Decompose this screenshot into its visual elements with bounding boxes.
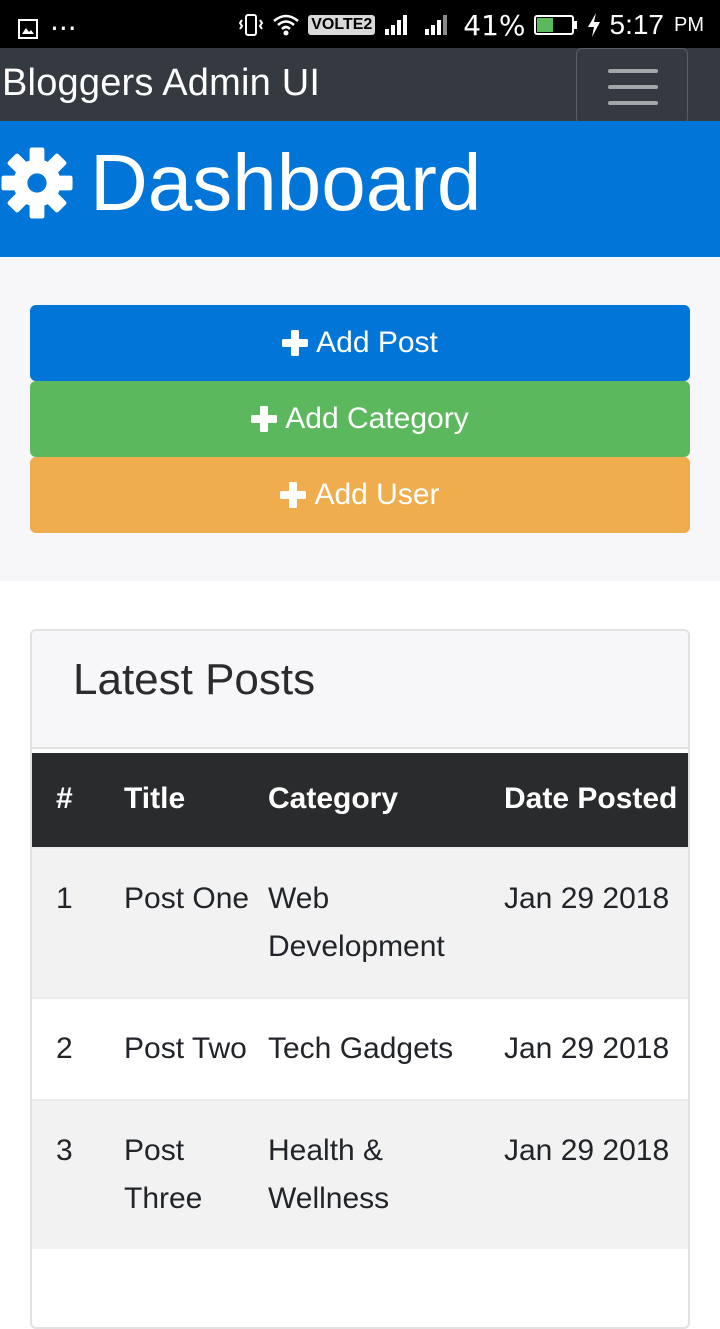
- cell-title: Post Two: [124, 1032, 247, 1065]
- cell-date: Jan 29 2018: [504, 882, 670, 915]
- gallery-notification-icon: [18, 18, 38, 39]
- battery-icon: [533, 15, 577, 35]
- table-row[interactable]: 2 Post Two Tech Gadgets Jan 29 2018: [32, 998, 688, 1100]
- cell-date: Jan 29 2018: [504, 1134, 670, 1167]
- battery-percent: 41%: [463, 8, 526, 42]
- vibrate-icon: [239, 14, 264, 36]
- navbar-brand[interactable]: Bloggers Admin UI: [2, 62, 320, 105]
- page-title: Dashboard: [0, 135, 481, 231]
- table-header-row: # Title Category Date Posted: [32, 753, 688, 848]
- cell-number: 1: [56, 882, 73, 915]
- latest-posts-card: Latest Posts # Title Category Date Poste…: [30, 629, 690, 1329]
- navbar: Bloggers Admin UI: [0, 48, 720, 124]
- notification-dots: ···: [50, 12, 77, 45]
- plus-icon: [251, 406, 278, 432]
- signal-sim2-icon: [425, 15, 448, 35]
- add-category-label: Add Category: [285, 402, 469, 435]
- add-post-button[interactable]: Add Post: [30, 305, 690, 381]
- navbar-toggler-button[interactable]: [576, 48, 688, 124]
- card-title: Latest Posts: [73, 655, 316, 704]
- posts-table: # Title Category Date Posted 1 Post One …: [32, 753, 688, 1249]
- plus-icon: [282, 330, 309, 356]
- signal-sim1-icon: [385, 15, 408, 35]
- cell-number: 2: [56, 1032, 73, 1065]
- column-header-category: Category: [268, 782, 399, 815]
- table-row[interactable]: 3 Post Three Health & Wellness Jan 29 20…: [32, 1100, 688, 1249]
- actions-section: Add Post Add Category Add User: [0, 257, 720, 581]
- clock-time: 5:17: [609, 9, 665, 40]
- column-header-title: Title: [124, 782, 186, 815]
- wifi-icon: [273, 14, 300, 36]
- add-user-label: Add User: [314, 478, 440, 511]
- cell-title: Post One: [124, 882, 250, 915]
- cell-category: Web Development: [268, 882, 445, 963]
- column-header-date: Date Posted: [504, 782, 678, 815]
- table-row[interactable]: 1 Post One Web Development Jan 29 2018: [32, 848, 688, 998]
- volte-badge: VOLTE2: [308, 15, 376, 35]
- column-header-number: #: [56, 782, 73, 815]
- add-user-button[interactable]: Add User: [30, 457, 690, 533]
- gear-icon: [1, 147, 73, 219]
- charging-icon: [587, 13, 600, 37]
- clock-ampm: PM: [674, 13, 704, 36]
- cell-date: Jan 29 2018: [504, 1032, 670, 1065]
- cell-category: Tech Gadgets: [268, 1032, 454, 1065]
- cell-number: 3: [56, 1134, 73, 1167]
- page-header: Dashboard: [0, 121, 720, 257]
- add-category-button[interactable]: Add Category: [30, 381, 690, 457]
- plus-icon: [280, 482, 307, 508]
- status-bar: ··· VOLTE2 41% 5:17 PM: [0, 0, 720, 48]
- page-title-text: Dashboard: [90, 138, 482, 227]
- cell-title: Post Three: [124, 1134, 203, 1215]
- add-post-label: Add Post: [316, 326, 438, 359]
- cell-category: Health & Wellness: [268, 1134, 390, 1215]
- card-header: Latest Posts: [32, 631, 688, 749]
